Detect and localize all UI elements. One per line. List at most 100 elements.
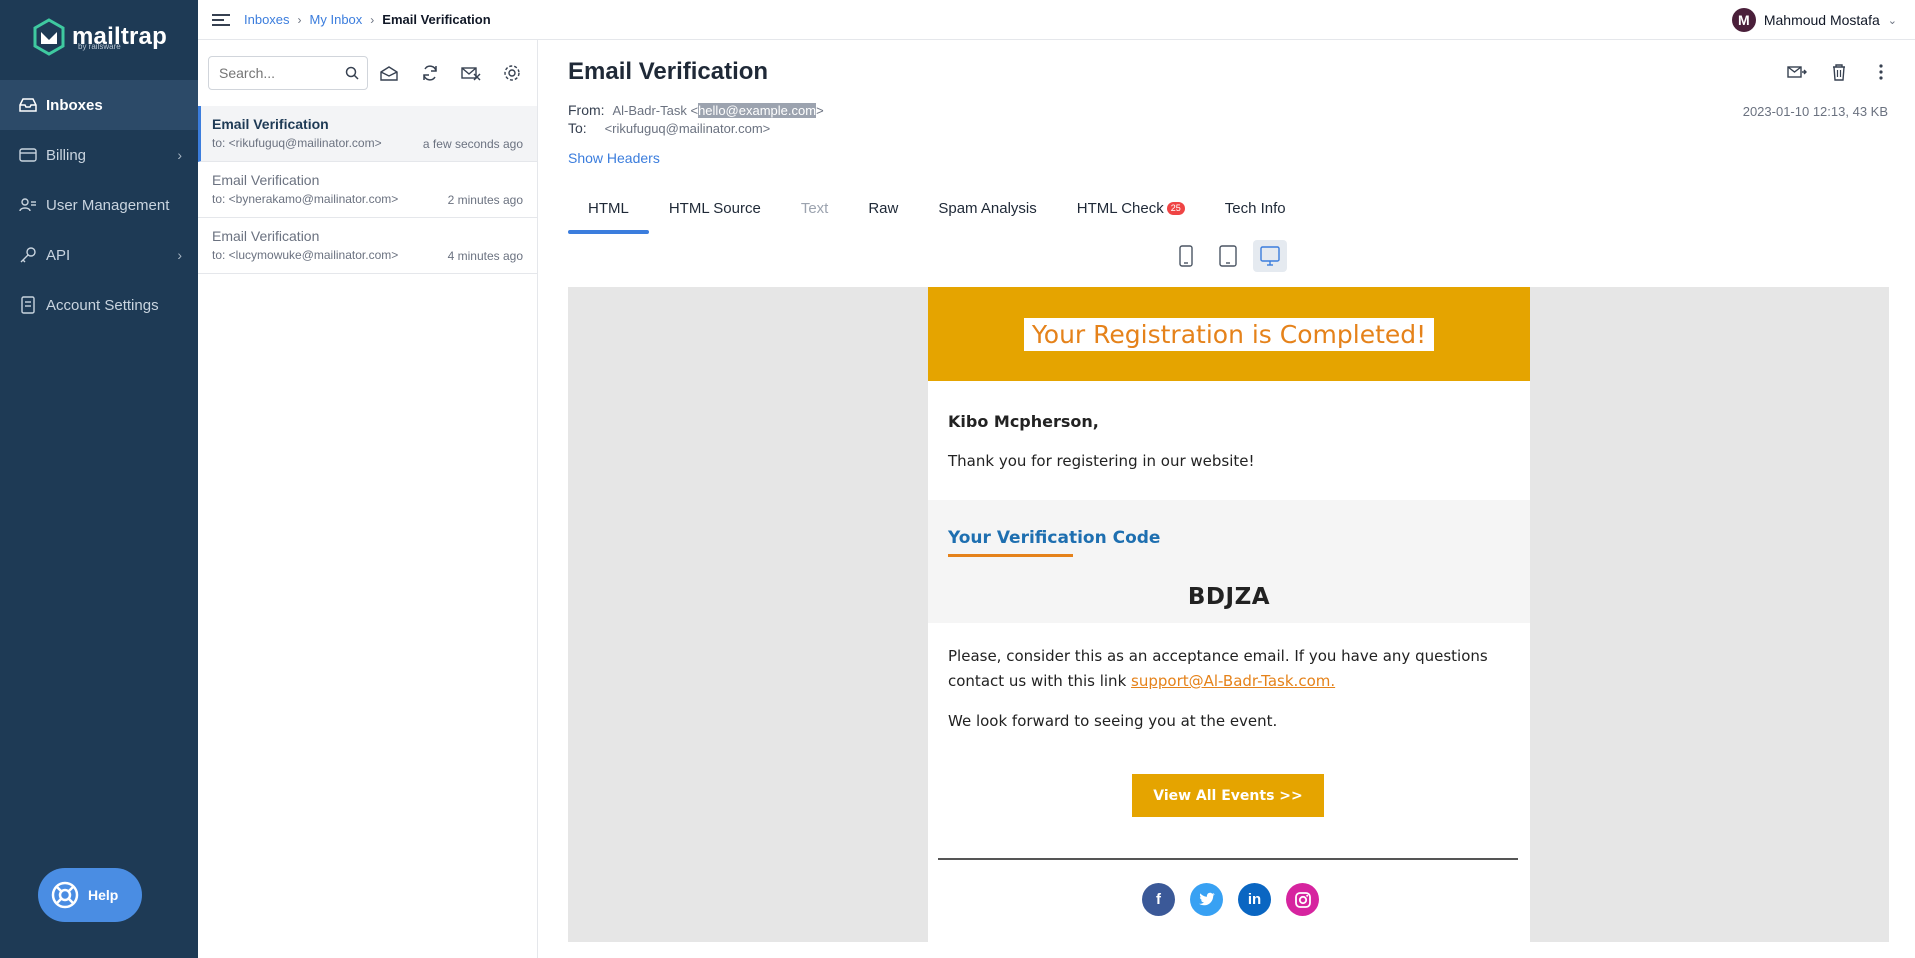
email-body: Your Registration is Completed! Kibo Mcp… xyxy=(928,287,1530,942)
email-banner: Your Registration is Completed! xyxy=(928,287,1530,381)
breadcrumb: Inboxes › My Inbox › Email Verification xyxy=(244,12,491,27)
message-meta: 2023-01-10 12:13, 43 KB xyxy=(1742,104,1888,119)
show-headers-link[interactable]: Show Headers xyxy=(568,150,660,166)
list-toolbar xyxy=(198,40,537,106)
user-name: Mahmoud Mostafa xyxy=(1763,12,1880,28)
message-time: 2 minutes ago xyxy=(447,193,523,207)
email-greeting: Kibo Mcpherson, xyxy=(948,412,1099,431)
sidebar-item-label: User Management xyxy=(46,196,170,214)
message-list-pane: Email Verification to: <rikufuguq@mailin… xyxy=(198,40,538,958)
sidebar-item-label: Inboxes xyxy=(46,96,103,114)
facebook-icon[interactable]: f xyxy=(1142,883,1175,916)
message-list-item[interactable]: Email Verification to: <lucymowuke@maili… xyxy=(198,218,537,274)
message-tabs: HTML HTML Source Text Raw Spam Analysis … xyxy=(568,190,1306,234)
clear-mail-icon xyxy=(460,67,480,81)
from-email: hello@example.com xyxy=(698,103,817,118)
search-box xyxy=(208,56,368,90)
message-view: Email Verification From: Al-Badr-Task <h… xyxy=(539,40,1915,958)
help-button[interactable]: Help xyxy=(38,868,142,922)
sidebar-item-label: Account Settings xyxy=(46,296,159,314)
mailtrap-logo[interactable]: mailtrap by railsware xyxy=(32,18,167,56)
users-icon xyxy=(18,195,38,215)
billing-icon xyxy=(18,145,38,165)
sidebar-item-inboxes[interactable]: Inboxes xyxy=(0,80,198,130)
support-email-link[interactable]: support@Al-Badr-Task.com. xyxy=(1131,672,1335,690)
desktop-view-button[interactable] xyxy=(1253,240,1287,272)
mailtrap-logo-icon xyxy=(33,18,65,56)
title-underline xyxy=(948,554,1073,557)
message-title: Email Verification xyxy=(568,58,769,85)
tablet-icon xyxy=(1219,245,1237,267)
tab-text[interactable]: Text xyxy=(781,190,849,234)
banner-title: Your Registration is Completed! xyxy=(1023,317,1435,351)
chevron-right-icon: › xyxy=(177,147,182,163)
forward-button[interactable] xyxy=(1787,62,1807,82)
mobile-view-button[interactable] xyxy=(1169,240,1203,272)
verification-code: BDJZA xyxy=(1187,584,1271,610)
trash-icon xyxy=(1833,64,1845,81)
desktop-icon xyxy=(1260,246,1280,266)
inbox-settings-button[interactable] xyxy=(491,56,532,90)
search-icon[interactable] xyxy=(345,66,359,80)
search-input[interactable] xyxy=(209,57,339,89)
chevron-right-icon: › xyxy=(177,247,182,263)
message-subject: Email Verification xyxy=(212,172,320,188)
refresh-icon xyxy=(422,65,437,81)
key-icon xyxy=(18,245,38,265)
sidebar-item-account-settings[interactable]: Account Settings xyxy=(0,280,198,330)
tab-spam-analysis[interactable]: Spam Analysis xyxy=(918,190,1056,234)
tab-tech-info[interactable]: Tech Info xyxy=(1205,190,1306,234)
sidebar-item-api[interactable]: API › xyxy=(0,230,198,280)
tab-label: HTML Check xyxy=(1076,200,1164,217)
mark-read-button[interactable] xyxy=(368,56,409,90)
from-label: From: xyxy=(568,102,605,118)
message-list-item[interactable]: Email Verification to: <bynerakamo@maili… xyxy=(198,162,537,218)
tab-html-source[interactable]: HTML Source xyxy=(649,190,781,234)
device-switcher xyxy=(1169,240,1287,272)
more-options-button[interactable] xyxy=(1871,62,1891,82)
linkedin-icon[interactable]: in xyxy=(1238,883,1271,916)
sidebar-item-billing[interactable]: Billing › xyxy=(0,130,198,180)
clear-inbox-button[interactable] xyxy=(450,56,491,90)
forward-mail-icon xyxy=(1787,66,1807,78)
divider xyxy=(938,858,1518,860)
breadcrumb-my-inbox[interactable]: My Inbox xyxy=(310,12,363,27)
from-close: > xyxy=(816,103,824,118)
verification-code-title: Your Verification Code xyxy=(948,528,1161,548)
help-label: Help xyxy=(88,887,119,903)
sidebar-item-user-management[interactable]: User Management xyxy=(0,180,198,230)
lifebuoy-icon xyxy=(51,881,79,909)
breadcrumb-current: Email Verification xyxy=(382,12,491,27)
instagram-icon[interactable] xyxy=(1286,883,1319,916)
email-thanks: Thank you for registering in our website… xyxy=(948,452,1255,470)
delete-button[interactable] xyxy=(1829,62,1849,82)
to-row: To: <rikufuguq@mailinator.com> xyxy=(568,120,770,136)
tab-html-check[interactable]: HTML Check 25 xyxy=(1057,190,1205,234)
message-time: 4 minutes ago xyxy=(447,249,523,263)
message-list-item[interactable]: Email Verification to: <rikufuguq@mailin… xyxy=(198,106,537,162)
hamburger-menu-icon[interactable] xyxy=(212,13,230,26)
view-all-events-button[interactable]: View All Events >> xyxy=(1132,774,1324,817)
from-name: Al-Badr-Task < xyxy=(612,103,699,118)
tablet-view-button[interactable] xyxy=(1211,240,1245,272)
logo-subtext: by railsware xyxy=(78,42,121,51)
tab-html[interactable]: HTML xyxy=(568,190,649,234)
message-time: a few seconds ago xyxy=(422,137,523,151)
settings-doc-icon xyxy=(18,295,38,315)
message-subject: Email Verification xyxy=(212,228,320,244)
kebab-menu-icon xyxy=(1879,64,1883,80)
breadcrumb-separator-icon: › xyxy=(297,12,302,27)
refresh-button[interactable] xyxy=(409,56,450,90)
to-label: To: xyxy=(568,120,587,136)
inbox-icon xyxy=(18,95,38,115)
chevron-down-icon: ⌄ xyxy=(1887,14,1897,27)
social-links: f in xyxy=(1142,883,1319,916)
twitter-icon[interactable] xyxy=(1190,883,1223,916)
user-menu[interactable]: M Mahmoud Mostafa ⌄ xyxy=(1731,8,1897,32)
message-actions xyxy=(1787,62,1891,82)
verification-code-section: Your Verification Code BDJZA xyxy=(928,500,1530,623)
tab-raw[interactable]: Raw xyxy=(848,190,918,234)
sidebar-nav: Inboxes Billing › User Management API › xyxy=(0,80,198,330)
breadcrumb-inboxes[interactable]: Inboxes xyxy=(244,12,290,27)
from-value: Al-Badr-Task <hello@example.com> xyxy=(612,103,824,118)
